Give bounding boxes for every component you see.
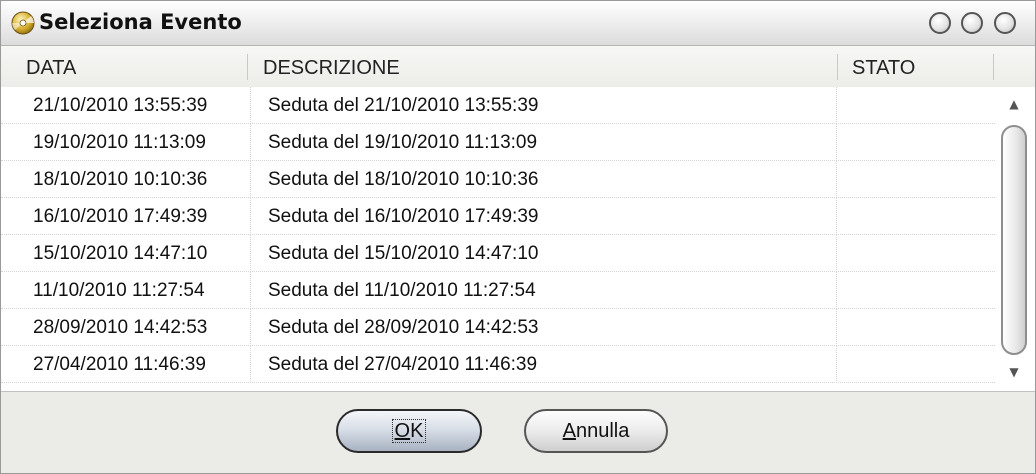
cell-descrizione: Seduta del 11/10/2010 11:27:54 [252, 272, 837, 309]
cell-stato [838, 87, 995, 124]
table-row[interactable]: 28/09/2010 14:42:53 Seduta del 28/09/201… [1, 309, 995, 347]
cell-data: 27/04/2010 11:46:39 [1, 346, 251, 383]
title-bar[interactable]: Seleziona Evento [1, 1, 1035, 46]
cell-data: 16/10/2010 17:49:39 [1, 198, 251, 235]
vertical-scrollbar[interactable]: ▲ ▼ [995, 87, 1035, 391]
cell-stato [838, 272, 995, 309]
cancel-button-label: Annulla [562, 420, 630, 442]
table-row[interactable]: 11/10/2010 11:27:54 Seduta del 11/10/201… [1, 272, 995, 310]
cancel-button[interactable]: Annulla [524, 409, 668, 453]
cell-descrizione: Seduta del 15/10/2010 14:47:10 [252, 235, 837, 272]
scrollbar-thumb[interactable] [1001, 125, 1027, 355]
cell-stato [838, 124, 995, 161]
cell-stato [838, 198, 995, 235]
event-list[interactable]: 21/10/2010 13:55:39 Seduta del 21/10/201… [1, 87, 995, 391]
scroll-down-icon[interactable]: ▼ [1007, 365, 1021, 379]
divider [1, 391, 1035, 392]
table-row[interactable]: 21/10/2010 13:55:39 Seduta del 21/10/201… [1, 87, 995, 125]
cell-stato [838, 161, 995, 198]
cell-descrizione: Seduta del 21/10/2010 13:55:39 [252, 87, 837, 124]
table-row[interactable]: 27/04/2010 11:46:39 Seduta del 27/04/201… [1, 346, 995, 384]
cell-data: 18/10/2010 10:10:36 [1, 161, 251, 198]
scroll-up-icon[interactable]: ▲ [1007, 97, 1021, 111]
cell-stato [838, 235, 995, 272]
cell-descrizione: Seduta del 28/09/2010 14:42:53 [252, 309, 837, 346]
window-title: Seleziona Evento [39, 10, 242, 34]
cd-disc-icon [11, 11, 35, 35]
column-divider[interactable] [993, 54, 994, 80]
cell-data: 11/10/2010 11:27:54 [1, 272, 251, 309]
minimize-icon[interactable] [929, 12, 951, 34]
cell-descrizione: Seduta del 27/04/2010 11:46:39 [252, 346, 837, 383]
cell-stato [838, 309, 995, 346]
column-divider[interactable] [247, 54, 248, 80]
close-icon[interactable] [994, 12, 1016, 34]
table-row[interactable]: 19/10/2010 11:13:09 Seduta del 19/10/201… [1, 124, 995, 162]
cell-descrizione: Seduta del 16/10/2010 17:49:39 [252, 198, 837, 235]
column-divider[interactable] [837, 54, 838, 80]
cell-data: 15/10/2010 14:47:10 [1, 235, 251, 272]
cell-data: 21/10/2010 13:55:39 [1, 87, 251, 124]
cell-descrizione: Seduta del 19/10/2010 11:13:09 [252, 124, 837, 161]
maximize-icon[interactable] [961, 12, 983, 34]
column-header-stato[interactable]: STATO [852, 46, 915, 87]
table-row[interactable]: 16/10/2010 17:49:39 Seduta del 16/10/201… [1, 198, 995, 236]
table-row[interactable]: 15/10/2010 14:47:10 Seduta del 15/10/201… [1, 235, 995, 273]
list-header: DATA DESCRIZIONE STATO [1, 46, 1035, 88]
cell-stato [838, 346, 995, 383]
cell-data: 19/10/2010 11:13:09 [1, 124, 251, 161]
cell-data: 28/09/2010 14:42:53 [1, 309, 251, 346]
ok-button-label: OK [391, 419, 427, 443]
column-header-data[interactable]: DATA [26, 46, 76, 87]
cell-descrizione: Seduta del 18/10/2010 10:10:36 [252, 161, 837, 198]
ok-button[interactable]: OK [336, 409, 482, 453]
select-event-dialog: Seleziona Evento DATA DESCRIZIONE STATO … [0, 0, 1036, 474]
column-header-descrizione[interactable]: DESCRIZIONE [263, 46, 400, 87]
table-row[interactable]: 18/10/2010 10:10:36 Seduta del 18/10/201… [1, 161, 995, 199]
